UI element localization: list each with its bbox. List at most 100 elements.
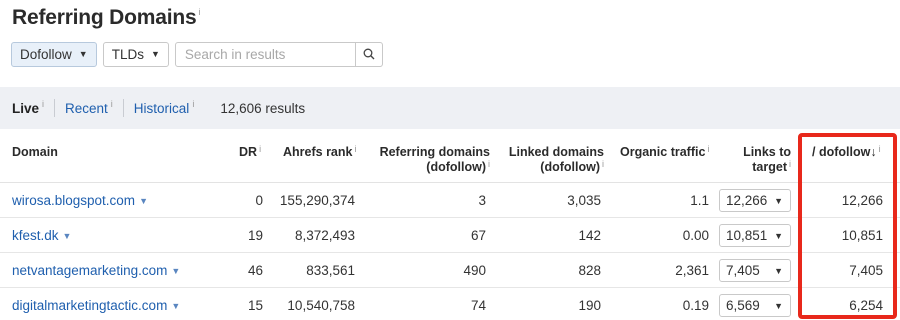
domain-text: wirosa.blogspot.com: [12, 193, 136, 208]
tab-live[interactable]: Live i: [12, 99, 44, 116]
chevron-down-icon[interactable]: ▼: [139, 196, 148, 206]
search-button[interactable]: [354, 42, 382, 66]
info-icon[interactable]: i: [602, 159, 604, 169]
tab-historical[interactable]: Historical i: [134, 99, 195, 116]
column-header-domain[interactable]: Domain: [12, 145, 58, 160]
results-tabs-bar: Live i Recent i Historical i 12,606 results: [0, 87, 900, 129]
table-header: Domain DR i Ahrefs rank i Referring domain…: [0, 129, 900, 183]
column-header-referring-domains-label: Referring domains: [379, 145, 490, 159]
dofollow-filter-label: Dofollow: [20, 46, 72, 62]
dofollow-value[interactable]: 12,266: [800, 183, 883, 218]
column-header-referring-domains[interactable]: Referring domains (dofollow) i: [370, 145, 490, 175]
chevron-down-icon[interactable]: ▼: [171, 266, 180, 276]
column-header-ahrefs-rank[interactable]: Ahrefs rank i: [283, 144, 356, 160]
info-icon[interactable]: i: [879, 144, 881, 154]
search-input[interactable]: Search in results: [176, 43, 355, 66]
dr-value: 15: [247, 298, 263, 313]
links-to-target-dropdown[interactable]: 10,851 ▼: [719, 224, 791, 247]
links-to-target-dropdown[interactable]: 12,266 ▼: [719, 189, 791, 212]
column-header-links-to-target[interactable]: Links to target i: [720, 145, 791, 175]
domain-link[interactable]: kfest.dk ▼: [12, 218, 71, 253]
column-header-dr[interactable]: DR i: [239, 144, 261, 160]
tab-recent[interactable]: Recent i: [65, 99, 113, 116]
referring-domains-value[interactable]: 3: [400, 183, 486, 218]
info-icon[interactable]: i: [111, 99, 113, 109]
column-header-dofollow-label: / dofollow: [812, 145, 871, 159]
search-box: Search in results: [174, 41, 383, 67]
domain-text: netvantagemarketing.com: [12, 263, 168, 278]
column-header-linked-domains-sub: (dofollow): [540, 160, 600, 174]
search-icon: [363, 48, 375, 60]
ahrefs-rank-value: 833,561: [306, 263, 355, 278]
info-icon[interactable]: i: [42, 99, 44, 109]
dofollow-value[interactable]: 6,254: [800, 288, 883, 320]
info-icon[interactable]: i: [707, 144, 709, 154]
table-row: netvantagemarketing.com ▼ 46 833,561 490 828 2…: [0, 253, 900, 288]
chevron-down-icon: ▼: [78, 49, 88, 59]
referring-domains-value[interactable]: 67: [400, 218, 486, 253]
chevron-down-icon[interactable]: ▼: [171, 301, 180, 311]
info-icon[interactable]: i: [354, 144, 356, 154]
referring-domains-value[interactable]: 74: [400, 288, 486, 320]
domain-link[interactable]: wirosa.blogspot.com ▼: [12, 183, 148, 218]
page-title: Referring Domains i: [12, 6, 200, 30]
column-header-linked-domains-label: Linked domains: [508, 145, 604, 159]
table-row: digitalmarketingtactic.com ▼ 15 10,540,758 7…: [0, 288, 900, 320]
tlds-filter-dropdown[interactable]: TLDs ▼: [102, 41, 169, 67]
column-header-ahrefs-rank-label: Ahrefs rank: [283, 145, 353, 159]
chevron-down-icon: ▼: [774, 230, 783, 241]
column-header-dofollow[interactable]: / dofollow↓ i: [812, 144, 881, 160]
info-icon[interactable]: i: [488, 159, 490, 169]
column-header-dr-label: DR: [239, 145, 258, 159]
page-title-text: Referring Domains: [12, 6, 197, 29]
tlds-filter-label: TLDs: [111, 46, 144, 62]
links-to-target-value: 10,851: [726, 228, 768, 243]
info-icon[interactable]: i: [198, 7, 200, 17]
domain-text: kfest.dk: [12, 228, 59, 243]
domain-text: digitalmarketingtactic.com: [12, 298, 168, 313]
tab-divider: [54, 99, 56, 117]
table-row: kfest.dk ▼ 19 8,372,493 67 142 0.00 10,851 ▼ 10,8…: [0, 218, 900, 253]
sort-arrow-icon: ↓: [870, 145, 877, 159]
domain-link[interactable]: digitalmarketingtactic.com ▼: [12, 288, 180, 320]
chevron-down-icon: ▼: [150, 49, 160, 59]
chevron-down-icon: ▼: [774, 300, 783, 311]
linked-domains-value[interactable]: 3,035: [520, 183, 601, 218]
dr-value: 0: [255, 193, 263, 208]
info-icon[interactable]: i: [259, 144, 261, 154]
info-icon[interactable]: i: [789, 159, 791, 169]
dr-value: 19: [247, 228, 263, 243]
linked-domains-value[interactable]: 142: [520, 218, 601, 253]
column-header-linked-domains[interactable]: Linked domains (dofollow) i: [500, 145, 604, 175]
links-to-target-dropdown[interactable]: 7,405 ▼: [719, 259, 791, 282]
filter-bar: Dofollow ▼ TLDs ▼ Search in results: [11, 41, 383, 67]
chevron-down-icon[interactable]: ▼: [63, 231, 72, 241]
table-row: wirosa.blogspot.com ▼ 0 155,290,374 3 3,035 1.…: [0, 183, 900, 218]
column-header-referring-domains-sub: (dofollow): [426, 160, 486, 174]
links-to-target-value: 12,266: [726, 193, 768, 208]
column-header-links-to-target-label: Links to: [743, 145, 791, 159]
ahrefs-rank-value: 8,372,493: [294, 228, 355, 243]
linked-domains-value[interactable]: 828: [520, 253, 601, 288]
tab-recent-label: Recent: [65, 100, 108, 116]
organic-traffic-value: 0.19: [682, 298, 709, 313]
column-header-links-to-target-sub: target: [752, 160, 787, 174]
dr-value: 46: [247, 263, 263, 278]
organic-traffic-value: 0.00: [682, 228, 709, 243]
ahrefs-rank-value: 155,290,374: [279, 193, 355, 208]
tab-divider: [122, 99, 124, 117]
column-header-organic-traffic[interactable]: Organic traffic i: [620, 144, 709, 160]
dofollow-value[interactable]: 10,851: [800, 218, 883, 253]
dofollow-value[interactable]: 7,405: [800, 253, 883, 288]
linked-domains-value[interactable]: 190: [520, 288, 601, 320]
organic-traffic-value: 1.1: [690, 193, 709, 208]
organic-traffic-value: 2,361: [675, 263, 709, 278]
ahrefs-rank-value: 10,540,758: [287, 298, 355, 313]
referring-domains-value[interactable]: 490: [400, 253, 486, 288]
info-icon[interactable]: i: [192, 99, 194, 109]
chevron-down-icon: ▼: [774, 195, 783, 206]
links-to-target-value: 7,405: [726, 263, 760, 278]
dofollow-filter-dropdown[interactable]: Dofollow ▼: [11, 41, 97, 67]
domain-link[interactable]: netvantagemarketing.com ▼: [12, 253, 180, 288]
links-to-target-dropdown[interactable]: 6,569 ▼: [719, 294, 791, 317]
